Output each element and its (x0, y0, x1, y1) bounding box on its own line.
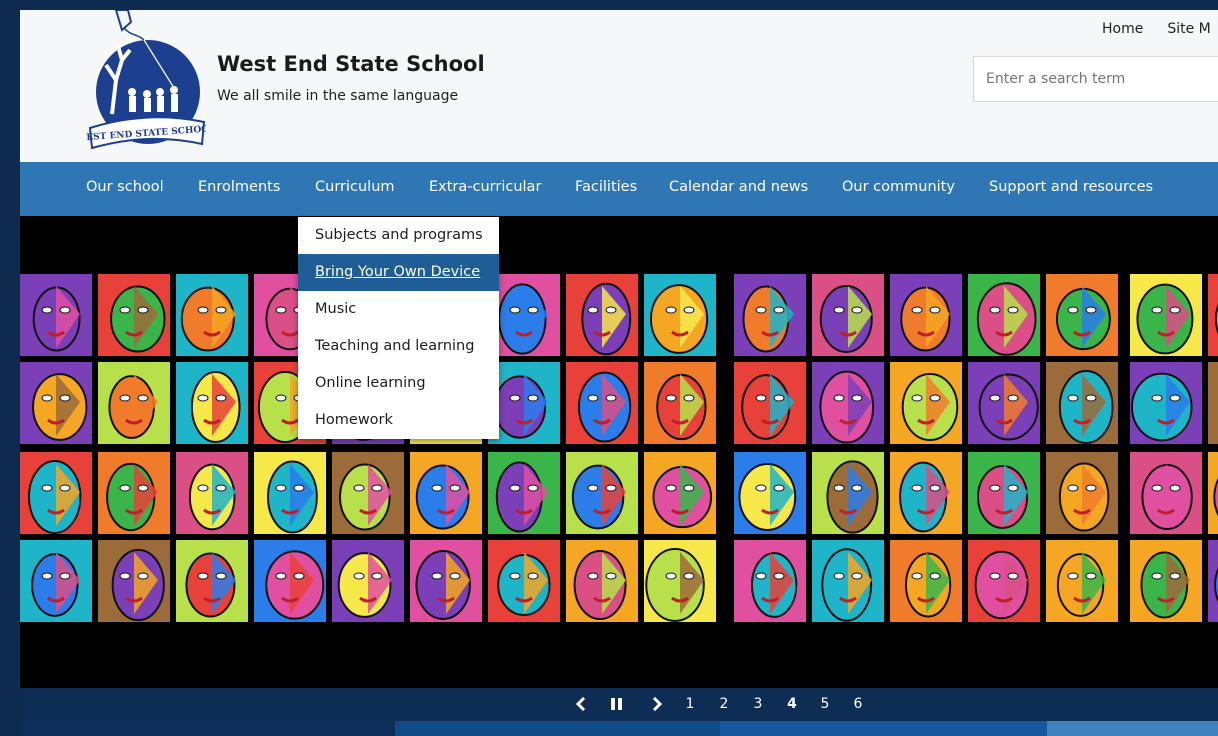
nav-item-our-school[interactable]: Our school (86, 179, 164, 195)
slide-6-button[interactable]: 6 (850, 688, 866, 721)
nav-item-curriculum[interactable]: Curriculum (315, 179, 395, 195)
hero-slideshow[interactable] (20, 216, 1218, 688)
search-input[interactable] (973, 56, 1218, 102)
student-artwork-image (20, 274, 1218, 622)
slide-3-button[interactable]: 3 (750, 688, 766, 721)
nav-item-extra-curricular[interactable]: Extra-curricular (429, 179, 541, 195)
site-title[interactable]: West End State School (217, 52, 485, 76)
home-link[interactable]: Home (1102, 21, 1143, 37)
pause-icon[interactable] (607, 688, 627, 721)
chevron-right-icon[interactable] (647, 688, 667, 721)
dropdown-item-music[interactable]: Music (298, 291, 499, 328)
dropdown-item-byod[interactable]: Bring Your Own Device (298, 254, 499, 291)
nav-item-calendar-and-news[interactable]: Calendar and news (669, 179, 808, 195)
main-nav: Our school Enrolments Curriculum Extra-c… (20, 162, 1218, 216)
slide-5-button[interactable]: 5 (817, 688, 833, 721)
chevron-left-icon[interactable] (571, 688, 591, 721)
dropdown-item-teaching[interactable]: Teaching and learning (298, 328, 499, 365)
nav-item-enrolments[interactable]: Enrolments (198, 179, 280, 195)
nav-item-facilities[interactable]: Facilities (575, 179, 637, 195)
slide-1-button[interactable]: 1 (682, 688, 698, 721)
browser-viewport: WEST END STATE SCHOOL West End State Sch… (20, 10, 1218, 736)
site-tagline: We all smile in the same language (217, 88, 459, 104)
site-header: WEST END STATE SCHOOL West End State Sch… (20, 10, 1218, 162)
carousel-controls: 1 2 3 4 5 6 (20, 688, 1218, 721)
dropdown-item-homework[interactable]: Homework (298, 402, 499, 439)
footer-strip (20, 721, 1218, 736)
sitemap-link[interactable]: Site M (1167, 21, 1210, 37)
utility-links: Home Site M (1102, 21, 1211, 37)
nav-item-our-community[interactable]: Our community (842, 179, 955, 195)
curriculum-dropdown: Subjects and programs Bring Your Own Dev… (298, 217, 499, 439)
dropdown-item-subjects[interactable]: Subjects and programs (298, 217, 499, 254)
school-logo[interactable]: WEST END STATE SCHOOL (86, 10, 206, 150)
slide-2-button[interactable]: 2 (716, 688, 732, 721)
nav-item-support-and-resources[interactable]: Support and resources (989, 179, 1153, 195)
dropdown-item-online[interactable]: Online learning (298, 365, 499, 402)
slide-4-button[interactable]: 4 (784, 688, 800, 721)
